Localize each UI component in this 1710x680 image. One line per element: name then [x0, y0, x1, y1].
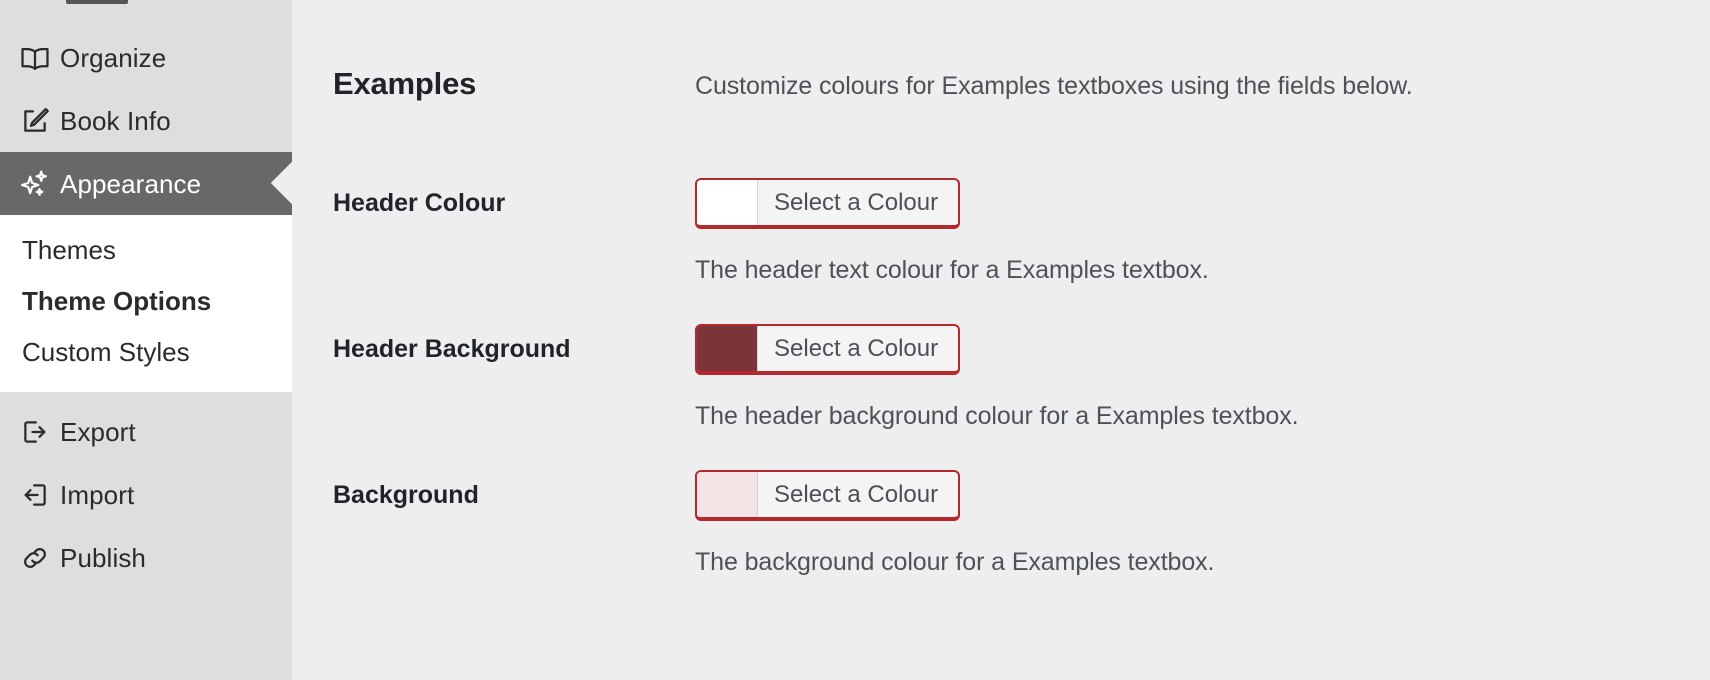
sidebar-subitem-label: Custom Styles	[22, 337, 190, 367]
sidebar-secondary-group: Export Import Publish	[0, 392, 292, 599]
sidebar-item-publish[interactable]: Publish	[0, 526, 292, 589]
import-icon	[14, 478, 60, 512]
colour-picker-header-background[interactable]: Select a Colour	[695, 324, 961, 376]
sparkles-icon	[14, 167, 60, 201]
sidebar-item-label: Publish	[60, 542, 146, 573]
sidebar-subitem-label: Theme Options	[22, 286, 212, 316]
sidebar-item-label: Import	[60, 479, 135, 510]
field-row-header-colour: Header Colour Select a Colour The header…	[292, 178, 1710, 285]
app-root: Organize Book Info Appearance Themes The…	[0, 0, 1710, 680]
sidebar: Organize Book Info Appearance Themes The…	[0, 0, 292, 680]
sidebar-item-label: Export	[60, 416, 136, 447]
section-title: Examples	[333, 65, 477, 101]
export-icon	[14, 415, 60, 449]
sidebar-item-appearance[interactable]: Appearance	[0, 152, 292, 215]
field-label: Header Background	[333, 335, 571, 364]
field-row-background: Background Select a Colour The backgroun…	[292, 470, 1710, 577]
sidebar-item-book-info[interactable]: Book Info	[0, 89, 292, 152]
sidebar-subnav-appearance: Themes Theme Options Custom Styles	[0, 215, 292, 392]
field-label: Header Colour	[333, 189, 506, 218]
sidebar-subitem-theme-options[interactable]: Theme Options	[0, 276, 292, 327]
field-control: Select a Colour The header background co…	[695, 324, 1710, 431]
field-label: Background	[333, 481, 479, 510]
select-colour-button-label: Select a Colour	[774, 334, 939, 362]
sidebar-item-import[interactable]: Import	[0, 463, 292, 526]
field-control: Select a Colour The header text colour f…	[695, 178, 1710, 285]
sidebar-top-partial-item	[0, 0, 292, 8]
sidebar-item-label: Appearance	[60, 168, 202, 199]
select-colour-button-label: Select a Colour	[774, 188, 939, 216]
field-help-text: The header text colour for a Examples te…	[695, 256, 1209, 285]
colour-picker-background[interactable]: Select a Colour	[695, 470, 961, 522]
sidebar-subitem-custom-styles[interactable]: Custom Styles	[0, 327, 292, 378]
sidebar-subitem-themes[interactable]: Themes	[0, 225, 292, 276]
active-indicator-notch	[270, 152, 292, 215]
field-control: Select a Colour The background colour fo…	[695, 470, 1710, 577]
sidebar-subitem-label: Themes	[22, 235, 116, 265]
section-header: Examples Customize colours for Examples …	[292, 0, 1710, 127]
colour-swatch[interactable]	[697, 472, 758, 518]
section-description: Customize colours for Examples textboxes…	[695, 71, 1413, 100]
sidebar-primary-group: Organize Book Info Appearance	[0, 8, 292, 215]
sidebar-item-organize[interactable]: Organize	[0, 26, 292, 89]
field-help-text: The background colour for a Examples tex…	[695, 548, 1215, 577]
colour-picker-header-colour[interactable]: Select a Colour	[695, 178, 961, 230]
book-open-icon	[14, 41, 60, 75]
field-row-header-background: Header Background Select a Colour The he…	[292, 324, 1710, 431]
edit-square-icon	[14, 104, 60, 138]
field-help-text: The header background colour for a Examp…	[695, 402, 1299, 431]
sidebar-item-label: Organize	[60, 42, 167, 73]
sidebar-item-label: Book Info	[60, 105, 171, 136]
colour-swatch[interactable]	[697, 326, 758, 372]
main-content: Examples Customize colours for Examples …	[292, 0, 1710, 680]
sidebar-item-export[interactable]: Export	[0, 400, 292, 463]
colour-swatch[interactable]	[697, 180, 758, 226]
link-chain-icon	[14, 541, 60, 575]
select-colour-button-label: Select a Colour	[774, 480, 939, 508]
